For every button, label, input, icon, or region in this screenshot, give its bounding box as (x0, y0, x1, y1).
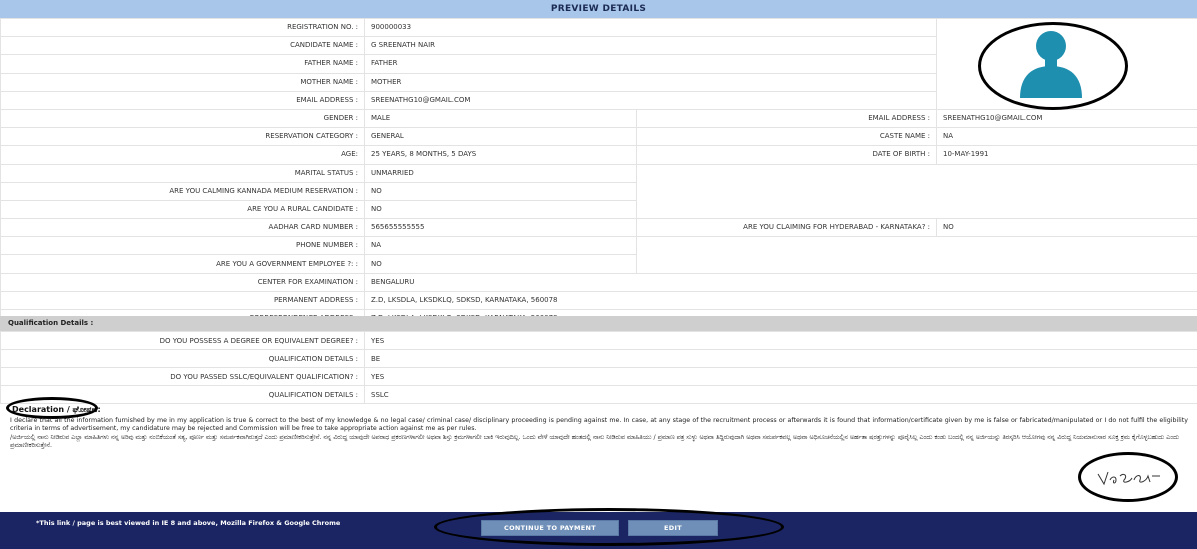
exam-center-value: BENGALURU (364, 272, 1197, 292)
signature-annotation-circle (1078, 452, 1178, 502)
qualification-section-header: Qualification Details : (0, 316, 1197, 331)
age-value: 25 YEARS, 8 MONTHS, 5 DAYS (364, 145, 637, 165)
date-of-birth-label: DATE OF BIRTH : (636, 145, 937, 165)
qualification-details-value: BE (364, 349, 1197, 368)
marital-status-label: MARITAL STATUS : (0, 163, 365, 183)
kannada-medium-value: NO (364, 181, 637, 201)
email-label: EMAIL ADDRESS : (0, 90, 365, 110)
reservation-category-value: GENERAL (364, 127, 637, 147)
table-row: QUALIFICATION DETAILS : BE (0, 349, 1197, 368)
marital-status-value: UNMARRIED (364, 163, 637, 183)
phone-number-label: PHONE NUMBER : (0, 236, 365, 256)
mother-name-value: MOTHER (364, 72, 937, 92)
father-name-label: FATHER NAME : (0, 54, 365, 74)
degree-label: DO YOU POSSESS A DEGREE OR EQUIVALENT DE… (0, 331, 365, 350)
aadhar-value: 565655555555 (364, 218, 637, 238)
declaration-text-english: I declare that all the information furni… (10, 417, 1188, 433)
table-row: AGE: 25 YEARS, 8 MONTHS, 5 DAYS DATE OF … (0, 145, 1197, 165)
email-secondary-label: EMAIL ADDRESS : (636, 108, 937, 129)
table-row: PERMANENT ADDRESS : Z.D, LKSDLA, LKSDKLQ… (0, 290, 1197, 311)
permanent-address-value: Z.D, LKSDLA, LKSDKLQ, SDKSD, KARNATAKA, … (364, 290, 1197, 311)
table-row: MARITAL STATUS : UNMARRIED (0, 163, 1197, 220)
father-name-value: FATHER (364, 54, 937, 74)
blank-cell (636, 236, 1197, 274)
table-row: GENDER : MALE EMAIL ADDRESS : SREENATHG1… (0, 108, 1197, 129)
qualification-details-label: QUALIFICATION DETAILS : (0, 349, 365, 368)
caste-name-value: NA (936, 127, 1197, 147)
buttons-annotation-circle (434, 508, 784, 546)
table-row: AADHAR CARD NUMBER : 565655555555 ARE YO… (0, 218, 1197, 238)
phone-number-value: NA (364, 236, 637, 256)
aadhar-label: AADHAR CARD NUMBER : (0, 218, 365, 238)
hyderabad-karnataka-label: ARE YOU CLAIMING FOR HYDERABAD - KARNATA… (636, 218, 937, 238)
sslc-label: DO YOU PASSED SSLC/EQUIVALENT QUALIFICAT… (0, 367, 365, 386)
registration-number-value: 900000033 (364, 17, 937, 38)
photo-annotation-circle (978, 22, 1128, 110)
qualification-table: DO YOU POSSESS A DEGREE OR EQUIVALENT DE… (0, 331, 1197, 404)
degree-value: YES (364, 331, 1197, 350)
email-secondary-value: SREENATHG10@GMAIL.COM (936, 108, 1197, 129)
declaration-text-kannada: /ಅರ್ಜಿಯಲ್ಲಿ ನಾನು ನೀಡಿರುವ ಎಲ್ಲಾ ಮಾಹಿತಿಗಳು… (10, 434, 1180, 450)
browser-compatibility-note: *This link / page is best viewed in IE 8… (36, 519, 341, 527)
kannada-medium-label: ARE YOU CALMING KANNADA MEDIUM RESERVATI… (0, 181, 365, 201)
rural-candidate-label: ARE YOU A RURAL CANDIDATE : (0, 199, 365, 220)
mother-name-label: MOTHER NAME : (0, 72, 365, 92)
age-label: AGE: (0, 145, 365, 165)
qualification-details-value: SSLC (364, 385, 1197, 404)
date-of-birth-value: 10-MAY-1991 (936, 145, 1197, 165)
table-row: PHONE NUMBER : NA (0, 236, 1197, 274)
page-title: PREVIEW DETAILS (0, 0, 1197, 18)
hyderabad-karnataka-value: NO (936, 218, 1197, 238)
government-employee-value: NO (364, 254, 637, 274)
blank-cell (636, 163, 1197, 220)
declaration-annotation-circle (6, 397, 98, 419)
table-row: QUALIFICATION DETAILS : SSLC (0, 385, 1197, 404)
gender-value: MALE (364, 108, 637, 129)
government-employee-label: ARE YOU A GOVERNMENT EMPLOYEE ?: : (0, 254, 365, 274)
sslc-value: YES (364, 367, 1197, 386)
permanent-address-label: PERMANENT ADDRESS : (0, 290, 365, 311)
rural-candidate-value: NO (364, 199, 637, 220)
caste-name-label: CASTE NAME : (636, 127, 937, 147)
table-row: DO YOU PASSED SSLC/EQUIVALENT QUALIFICAT… (0, 367, 1197, 386)
table-row: DO YOU POSSESS A DEGREE OR EQUIVALENT DE… (0, 331, 1197, 350)
candidate-name-label: CANDIDATE NAME : (0, 36, 365, 56)
table-row: RESERVATION CATEGORY : GENERAL CASTE NAM… (0, 127, 1197, 147)
gender-label: GENDER : (0, 108, 365, 129)
table-row: CENTER FOR EXAMINATION : BENGALURU (0, 272, 1197, 292)
email-value: SREENATHG10@GMAIL.COM (364, 90, 937, 110)
exam-center-label: CENTER FOR EXAMINATION : (0, 272, 365, 292)
candidate-name-value: G SREENATH NAIR (364, 36, 937, 56)
reservation-category-label: RESERVATION CATEGORY : (0, 127, 365, 147)
registration-number-label: REGISTRATION NO. : (0, 17, 365, 38)
